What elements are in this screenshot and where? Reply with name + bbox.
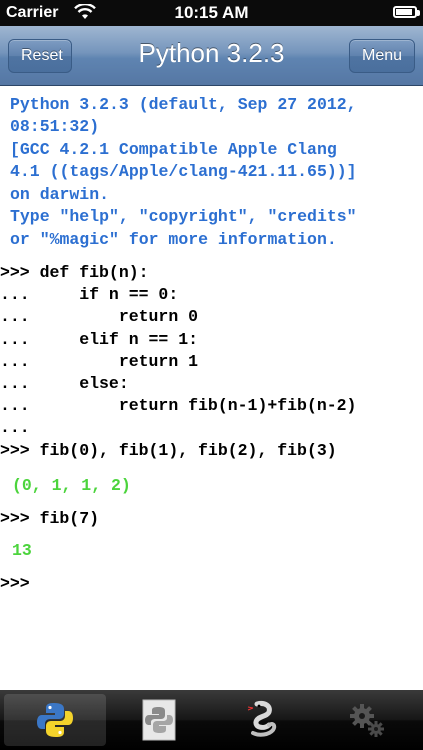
output-line: 13: [12, 541, 32, 560]
output-line: (0, 1, 1, 2): [12, 476, 131, 495]
banner-line: Python 3.2.3 (default, Sep 27 2012,: [10, 95, 357, 114]
code-line: ... return fib(n-1)+fib(n-2): [0, 396, 357, 415]
tab-python-console[interactable]: [4, 694, 106, 746]
script-document-icon: [142, 699, 176, 741]
menu-button[interactable]: Menu: [349, 39, 415, 73]
code-line: >>> def fib(n):: [0, 263, 149, 282]
battery-icon: [393, 6, 420, 18]
banner-line: 08:51:32): [10, 117, 100, 136]
banner-line: on darwin.: [10, 185, 110, 204]
status-bar: Carrier 10:15 AM: [0, 0, 423, 26]
code-line: ... elif n == 1:: [0, 330, 199, 349]
code-line: ... return 1: [0, 352, 199, 371]
console-output[interactable]: Python 3.2.3 (default, Sep 27 2012, 08:5…: [0, 86, 423, 690]
python-logo-icon: [37, 703, 73, 737]
code-line: ... return 0: [0, 307, 199, 326]
tab-settings[interactable]: [316, 694, 418, 746]
code-line: ... else:: [0, 374, 129, 393]
banner-line: [GCC 4.2.1 Compatible Apple Clang: [10, 140, 337, 159]
clock: 10:15 AM: [174, 3, 249, 22]
input-prompt[interactable]: >>>: [0, 573, 30, 595]
snake-help-icon: [247, 701, 277, 737]
code-line: ... if n == 0:: [0, 285, 179, 304]
tab-bar: [0, 690, 423, 750]
code-line: >>> fib(7): [0, 509, 100, 528]
navigation-bar: Reset Python 3.2.3 Menu: [0, 26, 423, 86]
banner-line: Type "help", "copyright", "credits": [10, 207, 357, 226]
gears-settings-icon: [350, 704, 384, 737]
tab-scripts[interactable]: [108, 694, 210, 746]
code-line: >>> fib(0), fib(1), fib(2), fib(3): [0, 441, 337, 460]
banner-line: 4.1 ((tags/Apple/clang-421.11.65))]: [10, 162, 357, 181]
code-line: ...: [0, 418, 30, 437]
banner-line: or "%magic" for more information.: [10, 230, 337, 249]
tab-help[interactable]: [212, 694, 314, 746]
